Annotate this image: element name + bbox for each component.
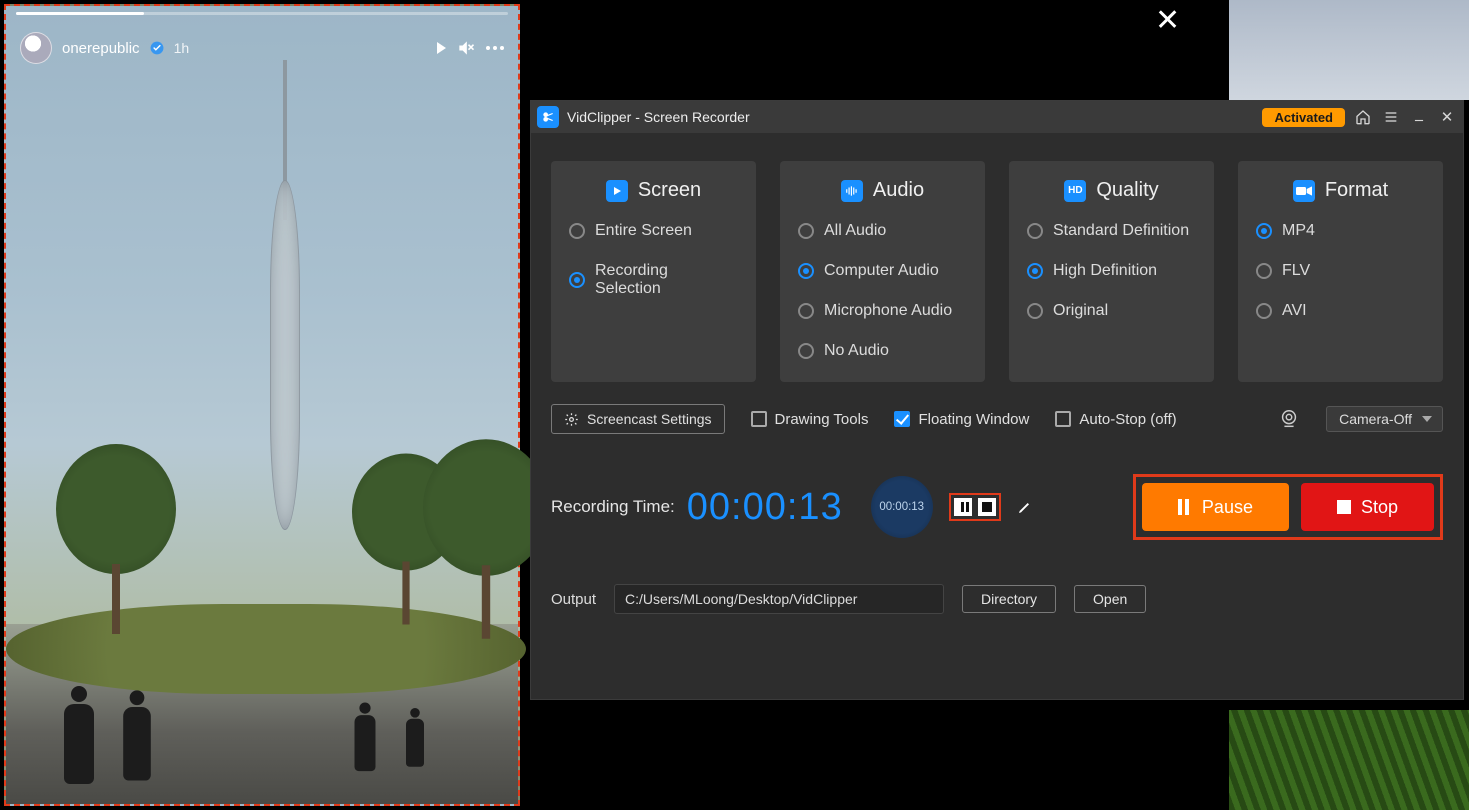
hd-icon: HD xyxy=(1064,180,1086,202)
gear-icon xyxy=(564,412,579,427)
opt-standard-definition[interactable]: Standard Definition xyxy=(1027,222,1196,240)
mini-stop-button[interactable] xyxy=(978,498,996,516)
photo-tower xyxy=(258,60,312,530)
vidclipper-window: VidClipper - Screen Recorder Activated ✕… xyxy=(530,100,1464,700)
opt-mp4[interactable]: MP4 xyxy=(1256,222,1425,240)
main-buttons-highlight: Pause Stop xyxy=(1133,474,1443,540)
opt-high-definition[interactable]: High Definition xyxy=(1027,262,1196,280)
story-username[interactable]: onerepublic xyxy=(62,40,140,57)
app-title: VidClipper - Screen Recorder xyxy=(567,109,750,125)
app-logo xyxy=(537,106,559,128)
activated-badge: Activated xyxy=(1262,108,1345,127)
close-icon[interactable]: ✕ xyxy=(1155,6,1180,36)
opt-avi[interactable]: AVI xyxy=(1256,302,1425,320)
screen-icon xyxy=(606,180,628,202)
open-button[interactable]: Open xyxy=(1074,585,1146,613)
opt-all-audio[interactable]: All Audio xyxy=(798,222,967,240)
bg-sky-strip xyxy=(1229,0,1469,100)
auto-stop-checkbox[interactable]: Auto-Stop (off) xyxy=(1055,411,1176,428)
stop-button[interactable]: Stop xyxy=(1301,483,1434,531)
story-progress xyxy=(16,12,508,15)
video-icon xyxy=(1293,180,1315,202)
opt-no-audio[interactable]: No Audio xyxy=(798,342,967,360)
opt-flv[interactable]: FLV xyxy=(1256,262,1425,280)
bg-grass-strip xyxy=(1229,710,1469,810)
panel-title: Audio xyxy=(873,179,924,202)
pause-button[interactable]: Pause xyxy=(1142,483,1289,531)
webcam-icon[interactable] xyxy=(1278,408,1300,430)
opt-computer-audio[interactable]: Computer Audio xyxy=(798,262,967,280)
drawing-tools-checkbox[interactable]: Drawing Tools xyxy=(751,411,869,428)
opt-original[interactable]: Original xyxy=(1027,302,1196,320)
output-label: Output xyxy=(551,591,596,608)
story-age: 1h xyxy=(174,40,190,56)
screencast-settings-button[interactable]: Screencast Settings xyxy=(551,404,725,434)
panel-format: Format MP4 FLV AVI xyxy=(1238,161,1443,382)
opt-entire-screen[interactable]: Entire Screen xyxy=(569,222,738,240)
mini-pause-button[interactable] xyxy=(954,498,972,516)
avatar[interactable] xyxy=(20,32,52,64)
panel-title: Format xyxy=(1325,179,1388,202)
opt-microphone-audio[interactable]: Microphone Audio xyxy=(798,302,967,320)
mute-icon[interactable] xyxy=(456,38,476,58)
output-path-input[interactable] xyxy=(614,584,944,614)
camera-select[interactable]: Camera-Off xyxy=(1326,406,1443,432)
floating-timer[interactable]: 00:00:13 xyxy=(871,476,933,538)
verified-icon xyxy=(150,41,164,55)
recording-time-label: Recording Time: xyxy=(551,497,675,517)
audio-icon xyxy=(841,180,863,202)
panel-title: Quality xyxy=(1096,179,1158,202)
stop-icon xyxy=(1337,500,1351,514)
opt-recording-selection[interactable]: Recording Selection xyxy=(569,262,738,298)
edit-icon[interactable] xyxy=(1017,499,1033,515)
menu-icon[interactable] xyxy=(1381,107,1401,127)
directory-button[interactable]: Directory xyxy=(962,585,1056,613)
titlebar: VidClipper - Screen Recorder Activated ✕ xyxy=(531,101,1463,133)
pause-icon xyxy=(1178,499,1192,515)
panel-quality: HD Quality Standard Definition High Defin… xyxy=(1009,161,1214,382)
recording-time-value: 00:00:13 xyxy=(687,486,843,529)
more-icon[interactable] xyxy=(486,46,504,50)
instagram-story: onerepublic 1h xyxy=(4,4,520,806)
mini-controls-highlight xyxy=(949,493,1001,521)
window-close-icon[interactable]: ✕ xyxy=(1437,107,1457,127)
panel-screen: Screen Entire Screen Recording Selection xyxy=(551,161,756,382)
home-icon[interactable] xyxy=(1353,107,1373,127)
panel-audio: Audio All Audio Computer Audio Microphon… xyxy=(780,161,985,382)
minimize-icon[interactable] xyxy=(1409,107,1429,127)
panel-title: Screen xyxy=(638,179,701,202)
floating-window-checkbox[interactable]: Floating Window xyxy=(894,411,1029,428)
play-icon[interactable] xyxy=(437,42,446,54)
